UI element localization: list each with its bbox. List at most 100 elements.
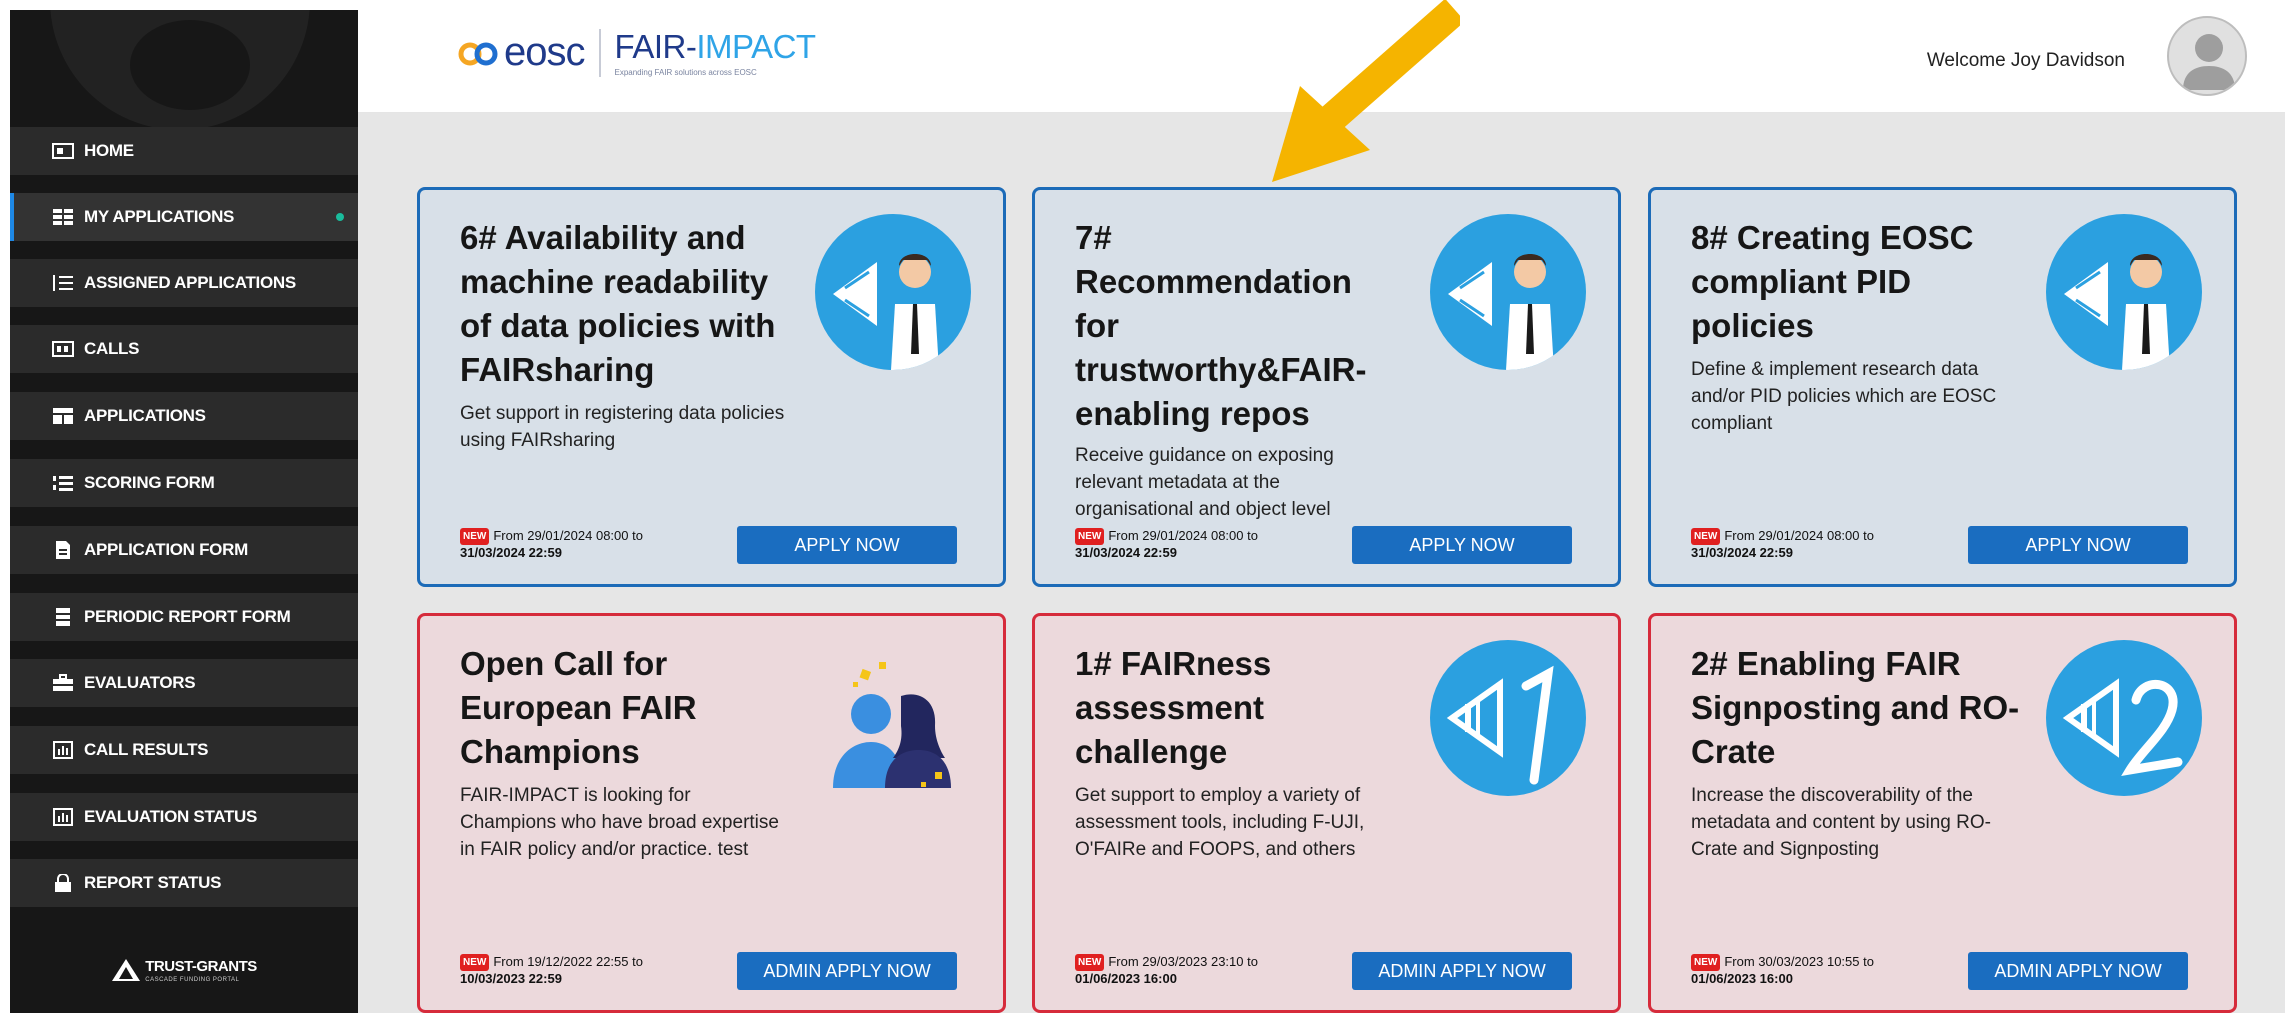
welcome-message: Welcome Joy Davidson bbox=[1926, 50, 2125, 71]
numbered-list-icon bbox=[52, 474, 74, 492]
sidebar-item-label: APPLICATION FORM bbox=[84, 540, 248, 559]
dates-from: From 29/01/2024 08:00 to bbox=[493, 528, 643, 543]
sidebar-item-label: CALLS bbox=[84, 339, 140, 358]
sidebar-item-label: APPLICATIONS bbox=[84, 406, 206, 425]
card-title: 1# FAIRness assessment challenge bbox=[1075, 645, 1272, 770]
dates-from: From 30/03/2023 10:55 to bbox=[1724, 954, 1874, 969]
sidebar-item-label: REPORT STATUS bbox=[84, 873, 222, 892]
dates-from: From 19/12/2022 22:55 to bbox=[493, 954, 643, 969]
layout-icon bbox=[52, 407, 74, 425]
megaphone-one-icon bbox=[1430, 640, 1586, 796]
fair-impact-title: FAIR-IMPACT bbox=[614, 28, 817, 66]
briefcase-icon bbox=[52, 674, 74, 692]
sidebar-item-report-status[interactable]: REPORT STATUS bbox=[10, 859, 358, 907]
new-badge: NEW bbox=[460, 954, 490, 971]
sidebar-item-label: EVALUATORS bbox=[84, 673, 196, 692]
megaphone-man-icon bbox=[1430, 214, 1586, 370]
apply-now-button[interactable]: APPLY NOW bbox=[737, 526, 957, 564]
document-icon bbox=[52, 541, 74, 559]
sidebar-item-home[interactable]: HOME bbox=[10, 127, 358, 175]
admin-apply-now-button[interactable]: ADMIN APPLY NOW bbox=[1968, 952, 2188, 990]
admin-apply-now-button[interactable]: ADMIN APPLY NOW bbox=[737, 952, 957, 990]
card-description: Get support in registering data policies… bbox=[460, 403, 785, 451]
sidebar-item-label: PERIODIC REPORT FORM bbox=[84, 607, 291, 626]
call-card-7[interactable]: 7# Recommendation for trustworthy&FAIR-e… bbox=[1032, 187, 1621, 587]
card-description: FAIR-IMPACT is looking for Champions who… bbox=[460, 785, 779, 860]
card-dates: NEW From 30/03/2023 10:55 to 01/06/2023 1… bbox=[1691, 954, 1921, 986]
trust-grants-logo: TRUST-GRANTS CASCADE FUNDING PORTAL bbox=[10, 940, 358, 1000]
new-badge: NEW bbox=[460, 528, 490, 545]
megaphone-man-icon bbox=[815, 214, 971, 370]
dates-to: 31/03/2024 22:59 bbox=[1075, 545, 1177, 560]
bar-chart-icon bbox=[52, 808, 74, 826]
card-dates: NEW From 19/12/2022 22:55 to 10/03/2023 2… bbox=[460, 954, 690, 986]
sidebar-item-evaluators[interactable]: EVALUATORS bbox=[10, 659, 358, 707]
sidebar: HOME MY APPLICATIONS ASSIGNED APPLICATIO… bbox=[10, 10, 358, 1013]
main-content: 6# Availability and machine readability … bbox=[358, 113, 2285, 1013]
sidebar-watermark-inner bbox=[130, 20, 250, 110]
dates-from: From 29/01/2024 08:00 to bbox=[1724, 528, 1874, 543]
card-title: 6# Availability and machine readability … bbox=[460, 219, 776, 388]
apply-now-button[interactable]: APPLY NOW bbox=[1352, 526, 1572, 564]
card-dates: NEW From 29/03/2023 23:10 to 01/06/2023 1… bbox=[1075, 954, 1305, 986]
call-card-6[interactable]: 6# Availability and machine readability … bbox=[417, 187, 1006, 587]
new-badge: NEW bbox=[1075, 528, 1105, 545]
call-card-fair-champions[interactable]: Open Call for European FAIR Champions FA… bbox=[417, 613, 1006, 1013]
sidebar-item-label: MY APPLICATIONS bbox=[84, 207, 235, 226]
card-title: Open Call for European FAIR Champions bbox=[460, 645, 697, 770]
sidebar-item-applications[interactable]: APPLICATIONS bbox=[10, 392, 358, 440]
dates-to: 31/03/2024 22:59 bbox=[460, 545, 562, 560]
megaphone-man-icon bbox=[2046, 214, 2202, 370]
admin-apply-now-button[interactable]: ADMIN APPLY NOW bbox=[1352, 952, 1572, 990]
card-description: Define & implement research data and/or … bbox=[1691, 359, 1997, 434]
list-indent-icon bbox=[52, 274, 74, 292]
card-title: 8# Creating EOSC compliant PID policies bbox=[1691, 219, 1974, 344]
new-badge: NEW bbox=[1691, 954, 1721, 971]
sidebar-item-application-form[interactable]: APPLICATION FORM bbox=[10, 526, 358, 574]
call-card-1[interactable]: 1# FAIRness assessment challenge Get sup… bbox=[1032, 613, 1621, 1013]
sidebar-item-label: EVALUATION STATUS bbox=[84, 807, 258, 826]
periodic-icon bbox=[52, 608, 74, 626]
lock-icon bbox=[52, 874, 74, 892]
dates-from: From 29/03/2023 23:10 to bbox=[1108, 954, 1258, 969]
card-description: Get support to employ a variety of asses… bbox=[1075, 785, 1365, 860]
call-card-2[interactable]: 2# Enabling FAIR Signposting and RO-Crat… bbox=[1648, 613, 2237, 1013]
fair-impact-logo[interactable]: eosc FAIR-IMPACT Expanding FAIR solution… bbox=[458, 28, 816, 77]
card-title: 2# Enabling FAIR Signposting and RO-Crat… bbox=[1691, 645, 2020, 770]
dates-to: 31/03/2024 22:59 bbox=[1691, 545, 1793, 560]
active-dot bbox=[336, 213, 344, 221]
card-title: 7# Recommendation for trustworthy&FAIR-e… bbox=[1075, 219, 1367, 432]
fair-text: FAIR- bbox=[614, 28, 697, 65]
dates-to: 01/06/2023 16:00 bbox=[1075, 971, 1177, 986]
megaphone-two-icon bbox=[2046, 640, 2202, 796]
sidebar-item-my-applications[interactable]: MY APPLICATIONS bbox=[10, 193, 358, 241]
fair-impact-subtitle: Expanding FAIR solutions across EOSC bbox=[614, 68, 757, 77]
sidebar-item-label: SCORING FORM bbox=[84, 473, 215, 492]
sidebar-item-label: CALL RESULTS bbox=[84, 740, 209, 759]
dates-to: 01/06/2023 16:00 bbox=[1691, 971, 1793, 986]
brand-name: TRUST-GRANTS bbox=[145, 957, 257, 975]
avatar[interactable] bbox=[2167, 16, 2247, 96]
sidebar-item-calls[interactable]: CALLS bbox=[10, 325, 358, 373]
dates-from: From 29/01/2024 08:00 to bbox=[1108, 528, 1258, 543]
call-card-8[interactable]: 8# Creating EOSC compliant PID policies … bbox=[1648, 187, 2237, 587]
logo-separator bbox=[598, 28, 601, 77]
sidebar-item-evaluation-status[interactable]: EVALUATION STATUS bbox=[10, 793, 358, 841]
eosc-text: eosc bbox=[504, 30, 585, 74]
trust-grants-icon bbox=[112, 959, 141, 981]
champions-people-icon bbox=[823, 656, 963, 796]
bar-chart-icon bbox=[52, 741, 74, 759]
card-description: Receive guidance on exposing relevant me… bbox=[1075, 445, 1334, 520]
sidebar-item-label: HOME bbox=[84, 141, 134, 160]
sidebar-item-periodic-report-form[interactable]: PERIODIC REPORT FORM bbox=[10, 593, 358, 641]
sidebar-item-label: ASSIGNED APPLICATIONS bbox=[84, 273, 296, 292]
apply-now-button[interactable]: APPLY NOW bbox=[1968, 526, 2188, 564]
card-description: Increase the discoverability of the meta… bbox=[1691, 785, 1991, 860]
card-dates: NEW From 29/01/2024 08:00 to 31/03/2024 2… bbox=[460, 528, 690, 560]
sidebar-item-call-results[interactable]: CALL RESULTS bbox=[10, 726, 358, 774]
sidebar-item-scoring-form[interactable]: SCORING FORM bbox=[10, 459, 358, 507]
sidebar-item-assigned-applications[interactable]: ASSIGNED APPLICATIONS bbox=[10, 259, 358, 307]
new-badge: NEW bbox=[1691, 528, 1721, 545]
impact-text: IMPACT bbox=[696, 28, 816, 65]
new-badge: NEW bbox=[1075, 954, 1105, 971]
